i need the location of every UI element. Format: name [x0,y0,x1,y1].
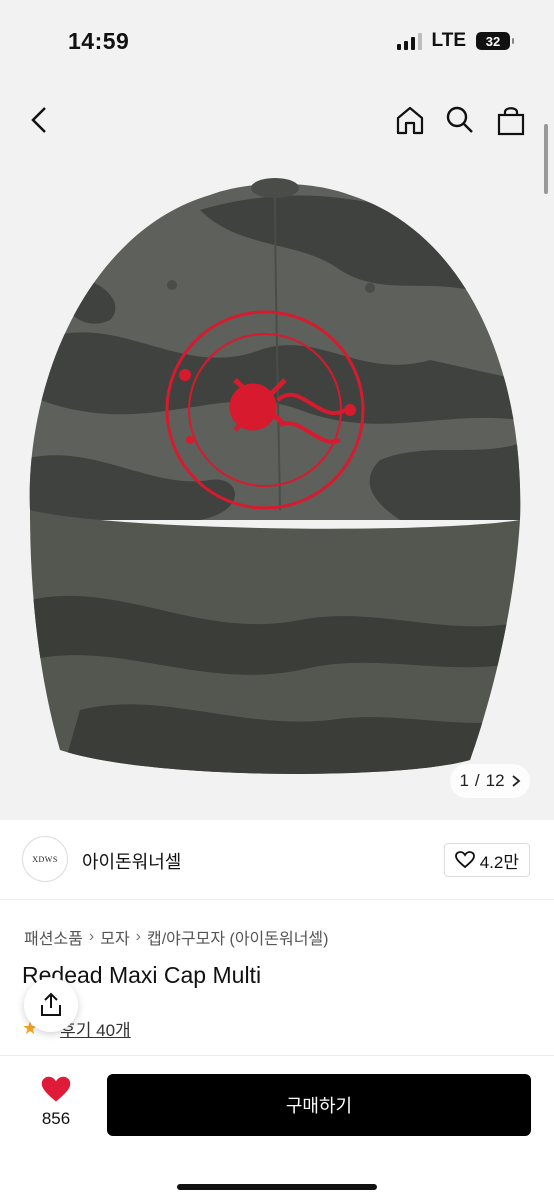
breadcrumb: 패션소품 › 모자 › 캡/야구모자 (아이돈워너셀) [24,925,328,949]
chevron-left-icon [31,107,46,133]
shopping-bag-icon [497,107,525,136]
breadcrumb-item[interactable]: 캡/야구모자 (아이돈워너셀) [147,925,328,949]
seller-like-button[interactable]: 4.2만 [443,843,530,877]
heart-filled-icon [41,1076,71,1102]
home-indicator [177,1184,377,1190]
share-icon [41,992,61,1016]
network-label: LTE [431,30,466,51]
chevron-right-icon [511,775,520,787]
wishlist-count: 856 [41,1109,71,1128]
share-button[interactable] [24,978,78,1032]
pager-separator: / [474,771,480,790]
seller-name[interactable]: 아이돈워너셀 [82,848,181,874]
cart-button[interactable] [491,100,531,140]
chevron-right-icon: › [88,928,95,945]
image-pager[interactable]: 1 / 12 [450,764,530,798]
search-icon [446,106,473,133]
back-button[interactable] [20,100,60,140]
battery-level: 32 [485,33,501,49]
status-indicators: LTE 32 [396,30,514,52]
product-image-carousel[interactable]: 1 / 12 [0,80,554,820]
pager-total: 12 [485,771,505,790]
signal-icon [396,32,422,50]
seller-logo[interactable]: XDWS [22,836,68,882]
status-bar: 14:59 LTE 32 [0,0,554,80]
wishlist-button[interactable]: 856 [26,1076,86,1129]
chevron-right-icon: › [135,928,141,945]
bottom-action-bar: 856 구매하기 [0,1055,554,1200]
home-button[interactable] [390,100,430,140]
breadcrumb-item[interactable]: 패션소품 [24,925,83,949]
pager-current: 1 [459,771,469,790]
home-icon [396,106,424,135]
heart-outline-icon [454,851,475,869]
scrollbar [544,124,548,194]
seller-logo-text: XDWS [32,854,58,864]
seller-row[interactable]: XDWS 아이돈워너셀 4.2만 [0,820,554,900]
product-image [29,178,521,774]
breadcrumb-item[interactable]: 모자 [100,925,129,949]
buy-button[interactable]: 구매하기 [107,1074,531,1136]
status-time: 14:59 [68,28,130,54]
battery-icon: 32 [476,32,514,50]
search-button[interactable] [440,100,480,140]
seller-like-count: 4.2만 [479,852,519,872]
